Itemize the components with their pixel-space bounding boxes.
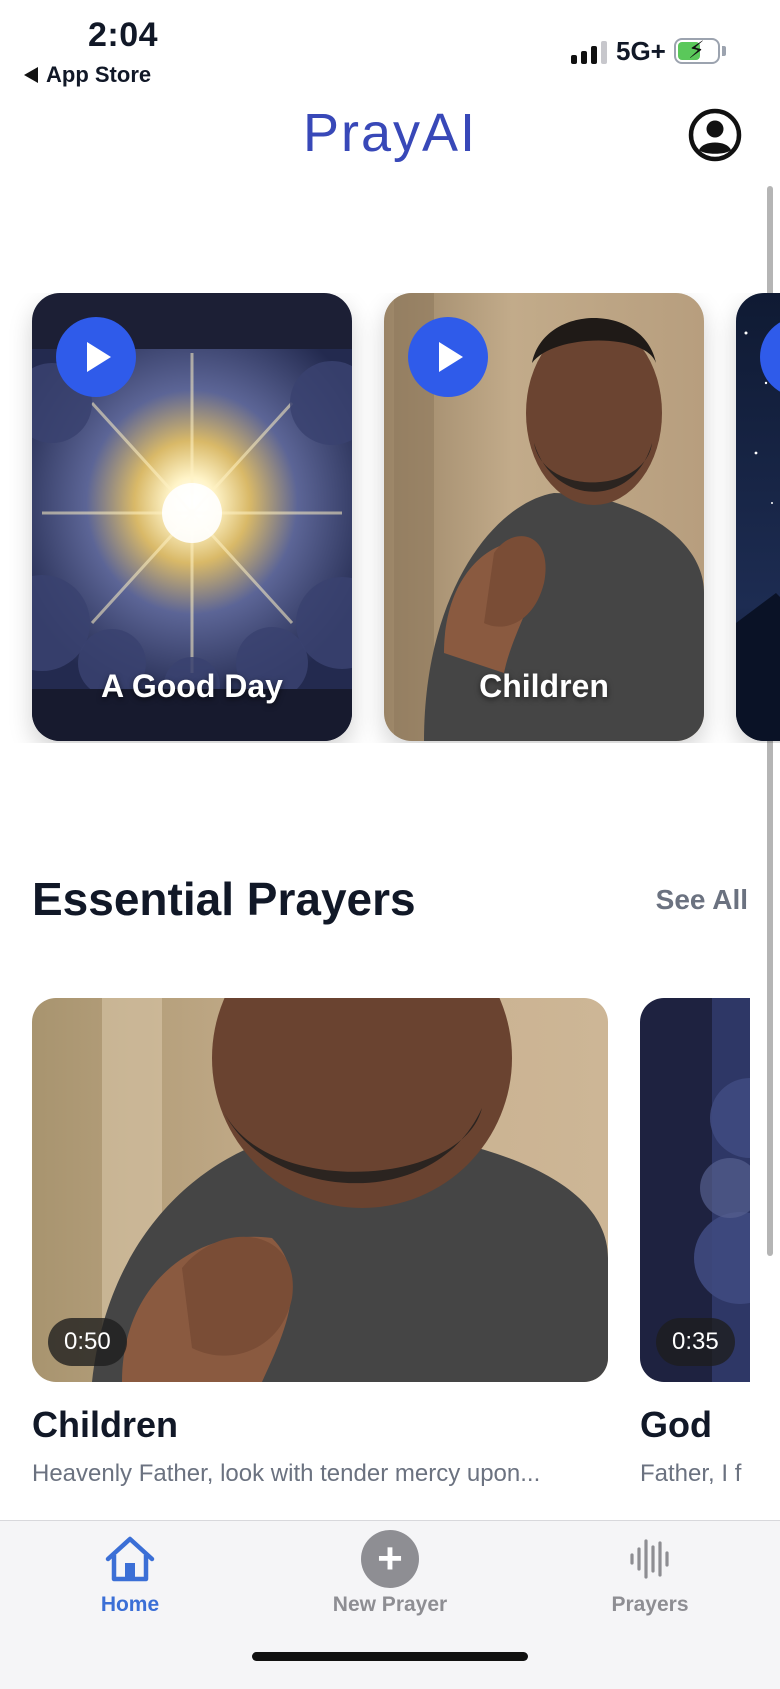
featured-card[interactable] <box>736 293 780 741</box>
prayer-title: God <box>640 1404 712 1445</box>
play-button[interactable] <box>408 317 488 397</box>
tab-label: Home <box>100 1593 160 1616</box>
prayer-excerpt: Heavenly Father, look with tender mercy … <box>32 1460 541 1487</box>
signal-icon <box>571 40 607 64</box>
battery-tip <box>722 46 726 56</box>
play-icon <box>439 342 463 372</box>
tab-home[interactable]: Home <box>30 1531 230 1617</box>
network-type: 5G+ <box>616 36 666 66</box>
duration-badge: 0:50 <box>48 1318 127 1366</box>
duration-badge: 0:35 <box>656 1318 735 1366</box>
prayer-card[interactable]: 0:50 Children Heavenly Father, look with… <box>32 998 608 1488</box>
app-logo: PrayAI <box>302 103 478 163</box>
tab-prayers[interactable]: Prayers <box>550 1531 750 1617</box>
back-label: App Store <box>46 62 152 87</box>
tab-label: Prayers <box>611 1593 689 1616</box>
prayer-card-image: 0:35 <box>640 998 750 1382</box>
play-icon <box>87 342 111 372</box>
tab-bar: Home + New Prayer Prayers <box>0 1520 780 1689</box>
featured-card[interactable]: Children <box>384 293 704 741</box>
home-indicator[interactable] <box>252 1652 528 1661</box>
prayer-card-image: 0:50 <box>32 998 608 1382</box>
tab-label: New Prayer <box>332 1593 448 1616</box>
essential-prayers-list[interactable]: 0:50 Children Heavenly Father, look with… <box>0 998 750 1518</box>
featured-card-label: A Good Day <box>101 668 283 704</box>
featured-carousel[interactable]: A Good Day Children <box>0 293 780 743</box>
play-button[interactable] <box>56 317 136 397</box>
back-to-app-store[interactable]: App Store <box>24 62 151 88</box>
status-time: 2:04 <box>88 16 159 54</box>
featured-card[interactable]: A Good Day <box>32 293 352 741</box>
featured-card-label: Children <box>479 668 609 704</box>
status-bar: 2:04 App Store 5G+ ⚡ <box>0 0 780 100</box>
battery-icon: ⚡ <box>674 38 720 64</box>
profile-icon[interactable] <box>688 108 742 162</box>
section-title: Essential Prayers <box>32 873 416 925</box>
prayer-title: Children <box>32 1404 179 1445</box>
waveform-icon <box>550 1531 750 1587</box>
see-all-link[interactable]: See All <box>656 884 748 916</box>
prayer-card[interactable]: 0:35 God Father, I f <box>640 998 750 1488</box>
tab-new-prayer[interactable]: + New Prayer <box>290 1530 490 1617</box>
plus-circle-icon: + <box>290 1530 490 1588</box>
back-arrow-icon <box>24 67 38 83</box>
home-icon <box>30 1531 230 1587</box>
prayer-excerpt: Father, I f <box>640 1460 742 1487</box>
